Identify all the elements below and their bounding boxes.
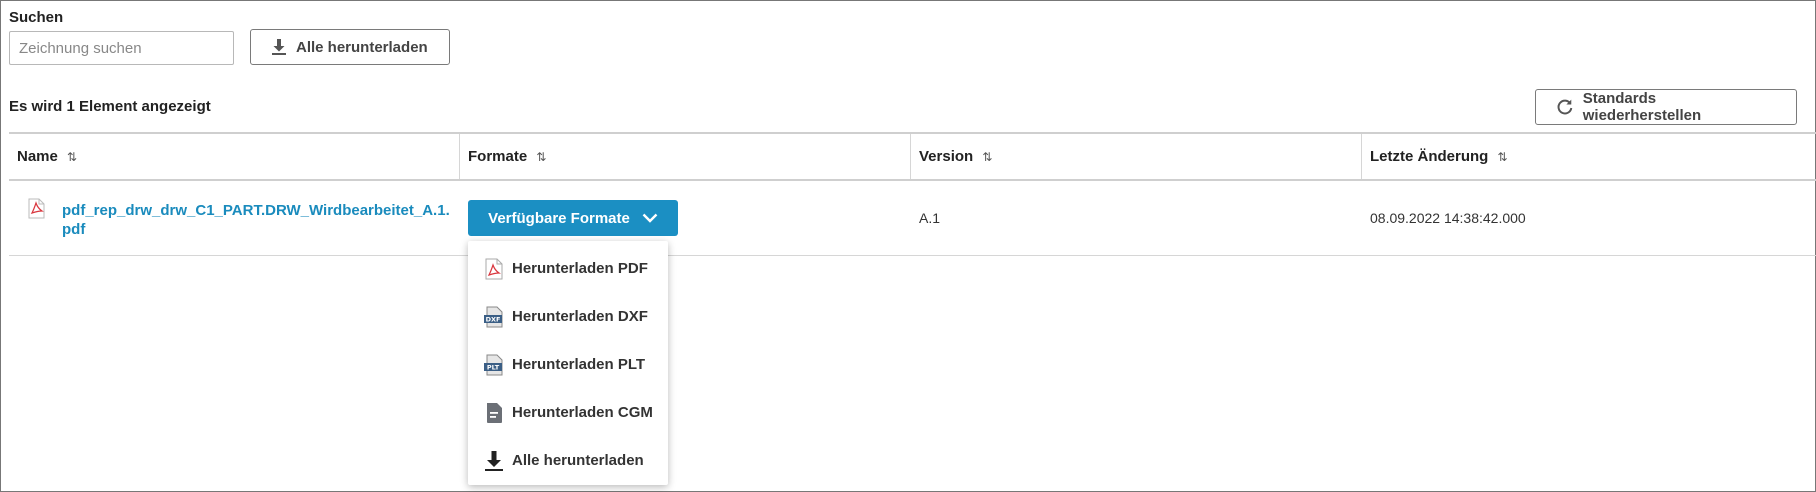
download-icon xyxy=(272,39,286,55)
refresh-icon xyxy=(1557,99,1573,115)
sort-icon[interactable]: ⇅ xyxy=(67,150,77,164)
sort-icon[interactable]: ⇅ xyxy=(1497,150,1507,164)
menu-item-label: Herunterladen PDF xyxy=(512,260,648,277)
app-frame: Suchen Alle herunterladen Es wird 1 Elem… xyxy=(0,0,1816,492)
drawings-table: Name ⇅ Formate ⇅ Version ⇅ Letzte Änderu… xyxy=(9,132,1816,256)
pdf-file-icon xyxy=(485,258,503,280)
pdf-file-icon xyxy=(28,198,45,219)
menu-item-download-pdf[interactable]: Herunterladen PDF xyxy=(468,249,668,289)
menu-item-download-dxf[interactable]: DXF Herunterladen DXF xyxy=(468,297,668,337)
result-count: Es wird 1 Element angezeigt xyxy=(9,98,211,115)
chevron-down-icon xyxy=(642,213,658,223)
menu-item-label: Herunterladen PLT xyxy=(512,356,646,373)
restore-defaults-label: Standards wiederherstellen xyxy=(1582,90,1702,124)
formats-dropdown-menu: Herunterladen PDF DXF Herunterladen DXF … xyxy=(468,241,668,485)
available-formats-label: Verfügbare Formate xyxy=(488,209,630,227)
menu-item-download-all[interactable]: Alle herunterladen xyxy=(468,441,668,481)
download-all-label: Alle herunterladen xyxy=(296,38,428,56)
available-formats-button[interactable]: Verfügbare Formate xyxy=(468,200,678,236)
plt-file-icon: PLT xyxy=(484,354,503,376)
search-input[interactable] xyxy=(9,31,234,65)
column-header-formats[interactable]: Formate ⇅ xyxy=(460,134,911,179)
column-header-last-modified[interactable]: Letzte Änderung ⇅ xyxy=(1362,134,1816,179)
menu-item-download-plt[interactable]: PLT Herunterladen PLT xyxy=(468,345,668,385)
version-cell: A.1 xyxy=(919,210,941,226)
sort-icon[interactable]: ⇅ xyxy=(536,150,546,164)
search-label: Suchen xyxy=(9,9,64,26)
table-header: Name ⇅ Formate ⇅ Version ⇅ Letzte Änderu… xyxy=(9,132,1816,181)
column-header-name[interactable]: Name ⇅ xyxy=(9,134,460,179)
restore-defaults-button[interactable]: Standards wiederherstellen xyxy=(1535,89,1797,125)
document-icon xyxy=(487,403,502,423)
last-modified-cell: 08.09.2022 14:38:42.000 xyxy=(1370,210,1526,226)
menu-item-label: Herunterladen CGM xyxy=(512,404,653,421)
dxf-file-icon: DXF xyxy=(484,306,503,328)
menu-item-label: Herunterladen DXF xyxy=(512,308,648,325)
svg-text:DXF: DXF xyxy=(486,316,501,324)
menu-item-label: Alle herunterladen xyxy=(512,452,644,469)
column-header-version[interactable]: Version ⇅ xyxy=(911,134,1362,179)
svg-text:PLT: PLT xyxy=(487,364,500,372)
sort-icon[interactable]: ⇅ xyxy=(982,150,992,164)
file-name-link[interactable]: pdf_rep_drw_drw_C1_PART.DRW_Wirdbearbeit… xyxy=(62,201,452,239)
table-row: pdf_rep_drw_drw_C1_PART.DRW_Wirdbearbeit… xyxy=(9,181,1816,256)
download-icon xyxy=(485,451,503,471)
download-all-button[interactable]: Alle herunterladen xyxy=(250,29,450,65)
menu-item-download-cgm[interactable]: Herunterladen CGM xyxy=(468,393,668,433)
